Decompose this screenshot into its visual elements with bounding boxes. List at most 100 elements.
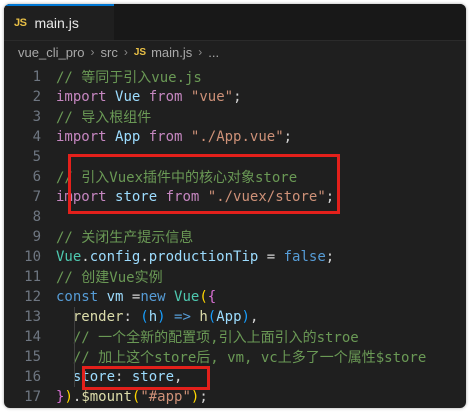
code-text: import Vue from "vue"; xyxy=(56,89,242,105)
code-line[interactable]: 7 import store from "./vuex/store"; xyxy=(4,187,466,207)
breadcrumb-item-file[interactable]: main.js xyxy=(151,45,192,60)
line-number: 12 xyxy=(24,289,41,305)
code-token: Vue xyxy=(56,249,82,265)
code-line[interactable]: 11 // 创建Vue实例 xyxy=(4,267,466,287)
line-number: 17 xyxy=(24,389,41,405)
code-line[interactable]: 5 xyxy=(4,147,466,167)
code-token: : xyxy=(115,369,132,385)
code-line[interactable]: 8 xyxy=(4,207,466,227)
code-editor[interactable]: 1 // 等同于引入vue.js 2 import Vue from "vue"; 3 /… xyxy=(4,66,466,408)
editor-window: JS main.js vue_cli_pro › src › JS main.j… xyxy=(4,4,466,408)
code-line[interactable]: 13 render: (h) => h(App), xyxy=(4,307,466,327)
code-token: ; xyxy=(233,89,242,105)
code-line[interactable]: 2 import Vue from "vue"; xyxy=(4,87,466,107)
code-token: App xyxy=(216,309,242,325)
line-number: 7 xyxy=(32,189,41,205)
code-token: "vue" xyxy=(190,89,234,105)
line-number: 5 xyxy=(32,149,41,165)
code-line[interactable]: 4 import App from "./App.vue"; xyxy=(4,127,466,147)
code-token: productionTip xyxy=(148,249,259,265)
code-token: ( xyxy=(207,309,217,325)
code-token: store xyxy=(115,189,158,205)
code-token: $mount xyxy=(81,389,132,405)
code-token: ) xyxy=(64,389,73,405)
code-line[interactable]: 17 }).$mount("#app"); xyxy=(4,387,466,407)
line-number: 11 xyxy=(24,269,41,285)
code-line[interactable]: 12 const vm =new Vue({ xyxy=(4,287,466,307)
line-number: 6 xyxy=(32,169,41,185)
code-token: from xyxy=(165,189,200,205)
line-number: 4 xyxy=(32,129,41,145)
code-line[interactable]: 3 // 导入根组件 xyxy=(4,107,466,127)
code-token: h xyxy=(148,309,158,325)
code-line[interactable]: 14 // 一个全新的配置项,引入上面引入的stroe xyxy=(4,327,466,347)
code-token: const xyxy=(56,289,99,305)
line-number: 1 xyxy=(32,69,41,85)
code-token: render xyxy=(72,309,124,325)
code-line[interactable]: 9 // 关闭生产提示信息 xyxy=(4,227,466,247)
code-token: // 加上这个store后, vm, vc上多了一个属性$store xyxy=(72,350,427,366)
code-line[interactable]: 15 // 加上这个store后, vm, vc上多了一个属性$store xyxy=(4,347,466,367)
code-text: // 导入根组件 xyxy=(56,107,151,127)
chevron-right-icon: › xyxy=(90,45,95,59)
line-number: 10 xyxy=(24,249,41,265)
code-token: ; xyxy=(283,129,293,145)
breadcrumb-item-symbols[interactable]: ... xyxy=(208,45,219,60)
code-token: "./vuex/store" xyxy=(207,189,326,205)
code-text: // 关闭生产提示信息 xyxy=(56,227,193,247)
breadcrumb-item-src[interactable]: src xyxy=(101,45,118,60)
code-token: "#app" xyxy=(140,389,191,405)
code-token: // 一个全新的配置项,引入上面引入的stroe xyxy=(72,330,359,346)
code-token: ) xyxy=(157,309,166,325)
indent-guide xyxy=(74,367,75,387)
code-token: ( xyxy=(199,289,208,305)
code-token: . xyxy=(81,249,90,265)
tab-bar: JS main.js xyxy=(4,4,466,41)
code-token: ; xyxy=(325,249,335,265)
code-token: => xyxy=(174,309,191,325)
code-token: ; xyxy=(199,389,208,405)
code-text: const vm =new Vue({ xyxy=(56,289,216,305)
code-token: config xyxy=(89,249,141,265)
code-token: = xyxy=(258,249,284,265)
tab-main-js[interactable]: JS main.js xyxy=(4,4,114,40)
javascript-file-icon: JS xyxy=(133,46,147,58)
code-text: // 引入Vuex插件中的核心对象store xyxy=(56,167,297,187)
line-number: 8 xyxy=(32,209,41,225)
line-number: 13 xyxy=(24,309,41,325)
code-line[interactable]: 10 Vue.config.productionTip = false; xyxy=(4,247,466,267)
code-text: }).$mount("#app"); xyxy=(56,389,208,405)
javascript-file-icon: JS xyxy=(14,17,27,29)
line-number: 14 xyxy=(24,329,41,345)
code-token: App xyxy=(115,129,141,145)
breadcrumb-item-project[interactable]: vue_cli_pro xyxy=(18,45,85,60)
code-text: Vue.config.productionTip = false; xyxy=(56,249,334,265)
line-number: 3 xyxy=(32,109,41,125)
code-token: from xyxy=(148,89,183,105)
code-line[interactable]: 1 // 等同于引入vue.js xyxy=(4,67,466,87)
line-number: 9 xyxy=(32,229,41,245)
code-token: Vue xyxy=(115,89,141,105)
code-token: h xyxy=(199,309,208,325)
code-token: import xyxy=(56,189,107,205)
line-number: 2 xyxy=(32,89,41,105)
code-line[interactable]: 16 store: store, xyxy=(4,367,466,387)
code-token: . xyxy=(140,249,149,265)
indent-guide xyxy=(74,347,75,367)
code-text: // 创建Vue实例 xyxy=(56,267,163,287)
code-text: import App from "./App.vue"; xyxy=(56,129,292,145)
tab-label: main.js xyxy=(34,15,79,31)
code-token: ( xyxy=(140,309,149,325)
code-line[interactable]: 6 // 引入Vuex插件中的核心对象store xyxy=(4,167,466,187)
code-token: import xyxy=(56,89,107,105)
